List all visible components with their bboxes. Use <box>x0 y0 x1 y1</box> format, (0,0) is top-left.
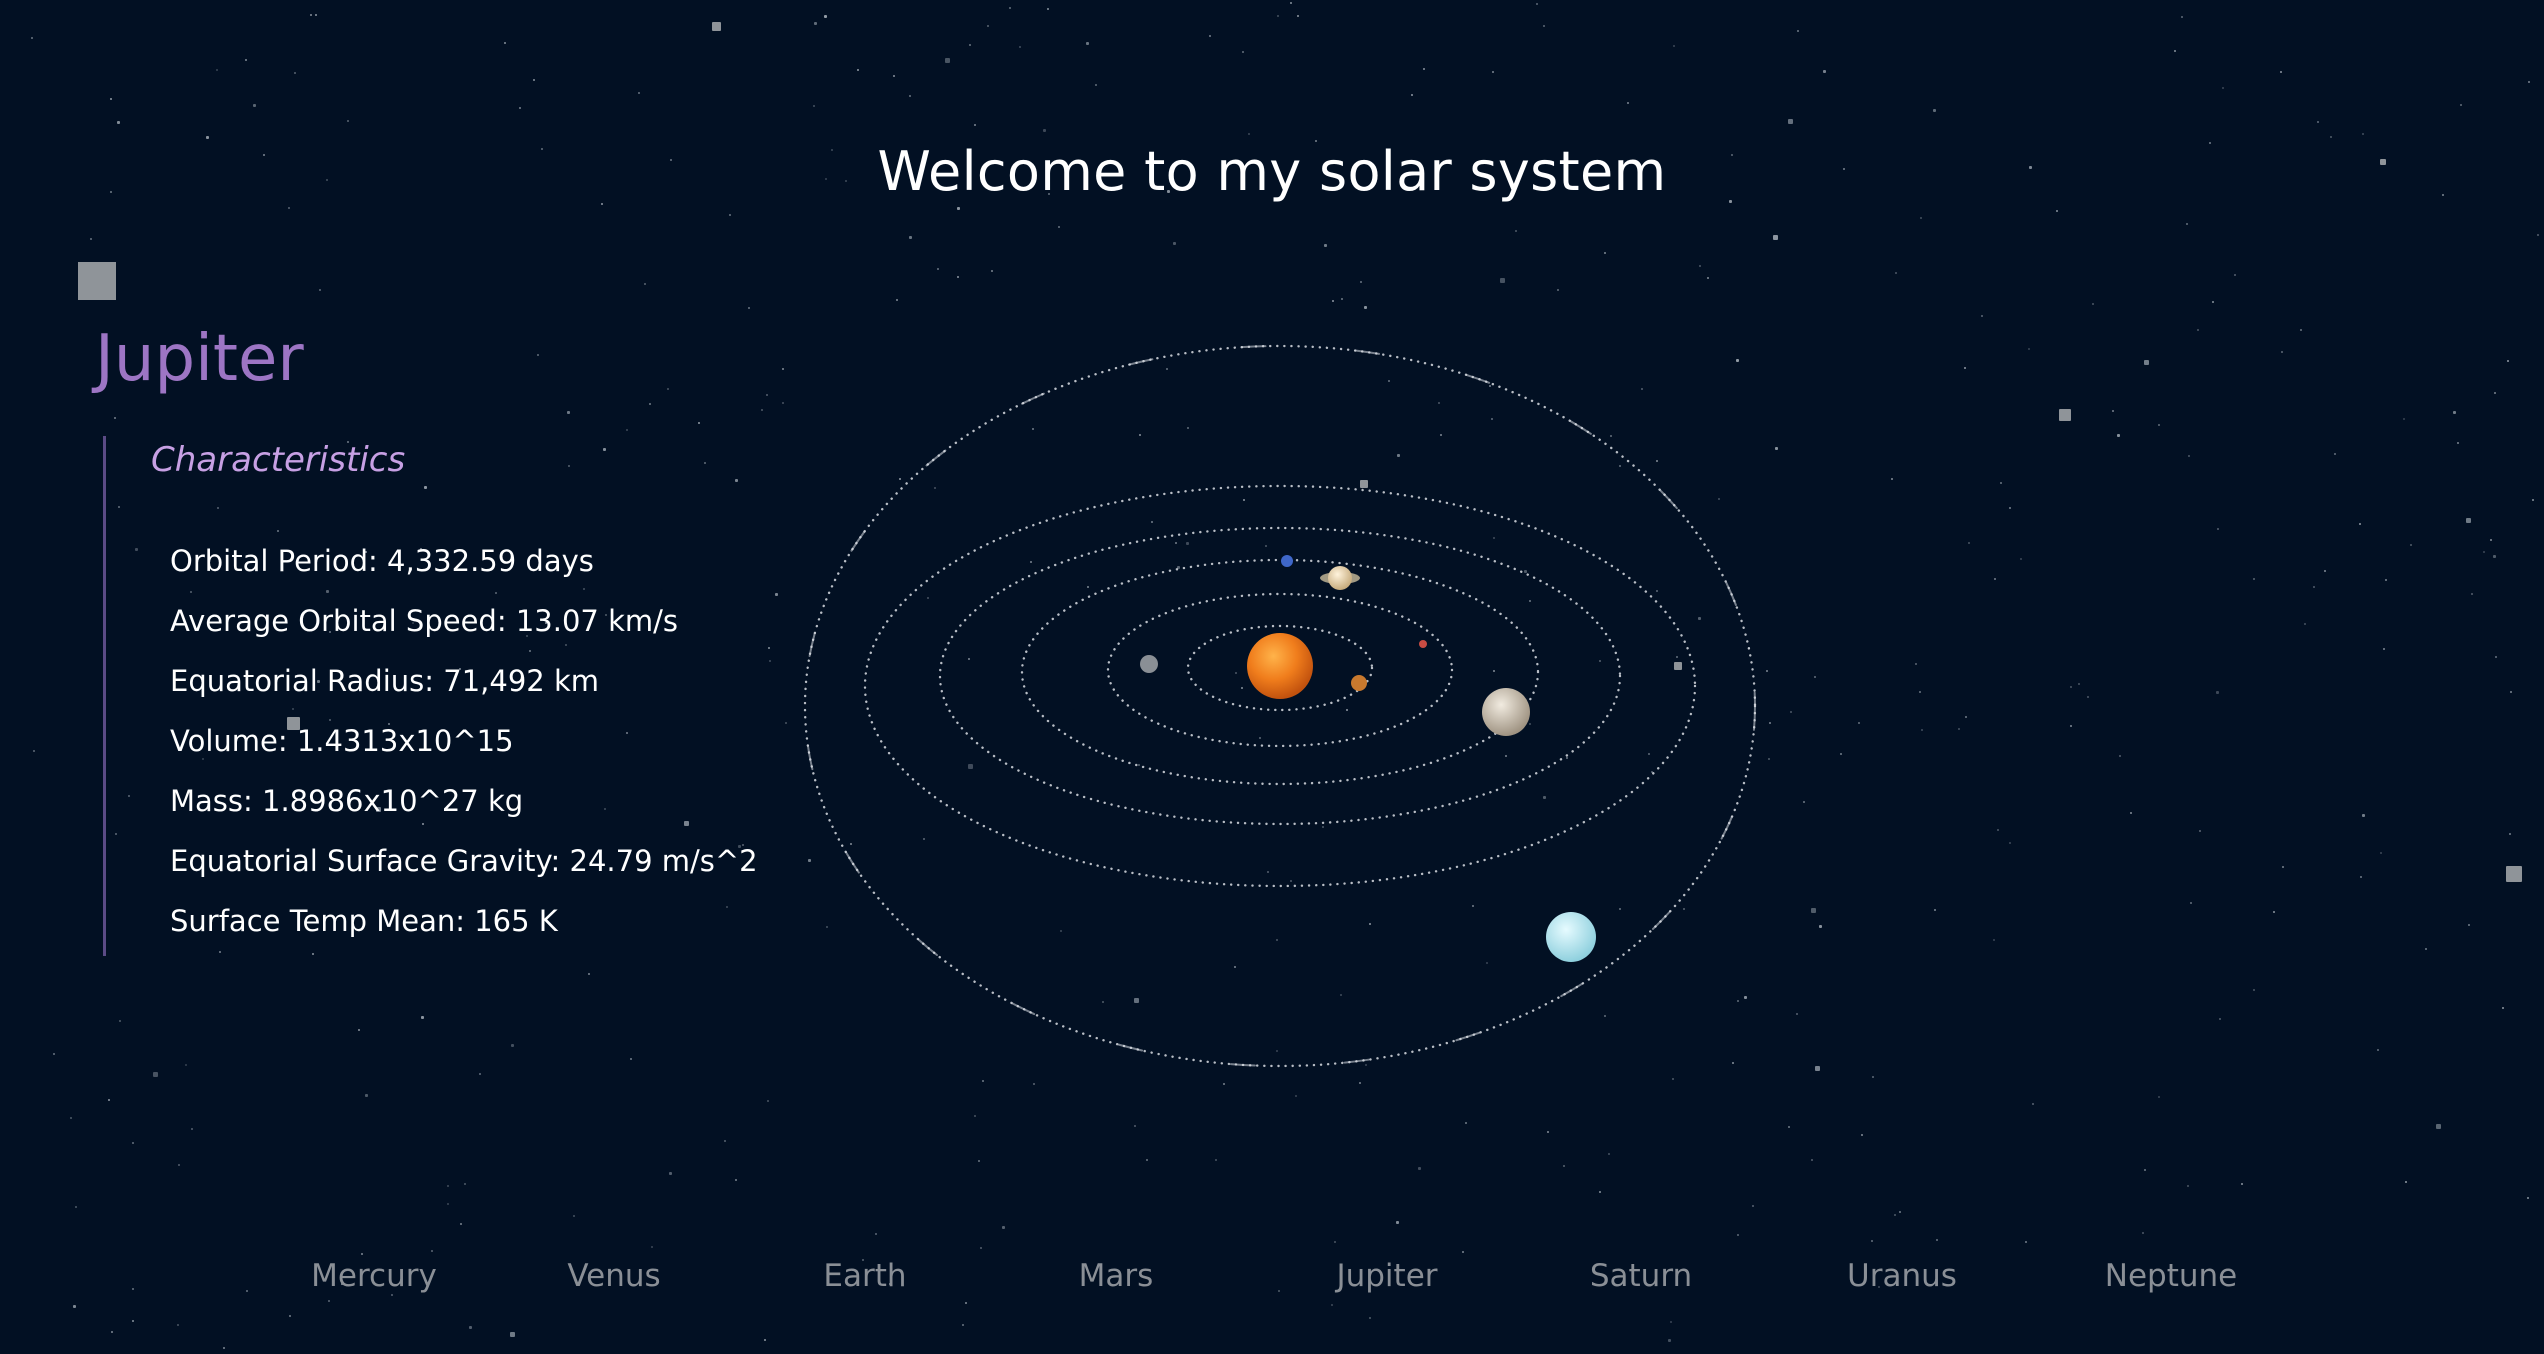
info-toggle-button[interactable] <box>78 262 116 300</box>
nav-jupiter[interactable]: Jupiter <box>1336 1258 1437 1294</box>
selected-planet-name: Jupiter <box>95 322 304 396</box>
characteristics-heading: Characteristics <box>151 440 406 480</box>
nav-mars[interactable]: Mars <box>1079 1258 1154 1294</box>
page-title: Welcome to my solar system <box>877 140 1667 204</box>
characteristics-panel: Characteristics Orbital Period: 4,332.59… <box>103 436 758 956</box>
orbit-saturn-dashes <box>804 345 1756 1067</box>
orbit-saturn <box>803 344 1757 1068</box>
stat-orbital-speed: Average Orbital Speed: 13.07 km/s <box>170 604 678 638</box>
nav-neptune[interactable]: Neptune <box>2105 1258 2237 1294</box>
nav-uranus[interactable]: Uranus <box>1847 1258 1957 1294</box>
stat-equatorial-radius: Equatorial Radius: 71,492 km <box>170 664 599 698</box>
nav-mercury[interactable]: Mercury <box>311 1258 437 1294</box>
stat-orbital-period: Orbital Period: 4,332.59 days <box>170 544 594 578</box>
planet-mercury[interactable] <box>1140 655 1158 673</box>
planet-venus[interactable] <box>1351 675 1367 691</box>
planet-jupiter[interactable] <box>1482 688 1530 736</box>
stat-mass: Mass: 1.8986x10^27 kg <box>170 784 524 818</box>
planet-uranus[interactable] <box>1546 912 1596 962</box>
nav-earth[interactable]: Earth <box>823 1258 906 1294</box>
nav-saturn[interactable]: Saturn <box>1590 1258 1692 1294</box>
sun[interactable] <box>1247 633 1313 699</box>
planet-earth[interactable] <box>1281 555 1293 567</box>
stat-surface-temp: Surface Temp Mean: 165 K <box>170 904 558 938</box>
stat-volume: Volume: 1.4313x10^15 <box>170 724 514 758</box>
planet-mars[interactable] <box>1419 640 1427 648</box>
nav-venus[interactable]: Venus <box>567 1258 660 1294</box>
orbit-rings <box>803 344 1757 1068</box>
planet-saturn[interactable] <box>1320 566 1360 590</box>
stat-surface-gravity: Equatorial Surface Gravity: 24.79 m/s^2 <box>170 844 758 878</box>
